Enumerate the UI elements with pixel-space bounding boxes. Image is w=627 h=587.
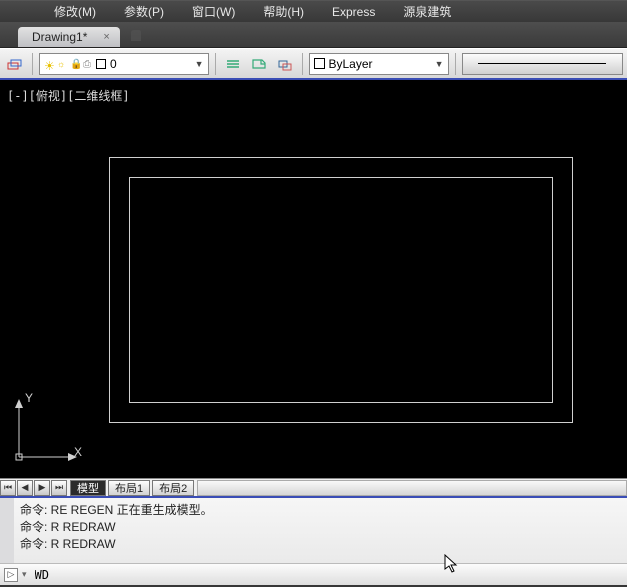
layer-iso-icon[interactable] — [248, 53, 270, 75]
layer-match-icon[interactable] — [274, 53, 296, 75]
layer-color-icon — [96, 59, 106, 69]
sun-icon: ☼ — [57, 59, 67, 69]
menu-modify[interactable]: 修改(M) — [40, 1, 110, 22]
lineweight-dropdown[interactable] — [462, 53, 624, 75]
tab-layout1[interactable]: 布局1 — [108, 480, 150, 496]
scroll-prev-icon[interactable]: ◀ — [17, 480, 33, 496]
command-input[interactable] — [33, 566, 623, 584]
scroll-first-icon[interactable]: ⏮ — [0, 480, 16, 496]
new-tab-icon[interactable] — [126, 27, 148, 45]
ucs-y-label: Y — [25, 391, 33, 405]
chevron-down-icon[interactable]: ▾ — [22, 569, 27, 580]
layout-tab-bar: ⏮ ◀ ▶ ⏭ 模型 布局1 布局2 — [0, 478, 627, 496]
layer-dropdown[interactable]: ☀ ☼ 🔒 ⎙ 0 ▼ — [39, 53, 209, 75]
command-input-row: ▷ ▾ — [0, 563, 627, 585]
tab-model[interactable]: 模型 — [70, 480, 106, 496]
menu-yuanquan[interactable]: 源泉建筑 — [389, 1, 465, 22]
tab-layout2[interactable]: 布局2 — [152, 480, 194, 496]
view-label[interactable]: [-][俯视][二维线框] — [7, 87, 130, 104]
close-icon[interactable]: × — [103, 31, 109, 43]
cmd-line: 命令: RE REGEN 正在重生成模型。 — [20, 502, 621, 519]
file-tab-row: Drawing1* × — [0, 22, 627, 48]
drawing-viewport[interactable]: [-][俯视][二维线框] Y X — [0, 80, 627, 478]
layer-properties-icon[interactable] — [4, 53, 26, 75]
menu-params[interactable]: 参数(P) — [110, 1, 178, 22]
cmd-line: 命令: R REDRAW — [20, 536, 621, 553]
chevron-down-icon: ▼ — [435, 59, 444, 69]
color-dropdown[interactable]: ByLayer ▼ — [309, 53, 449, 75]
layer-name: 0 — [110, 57, 117, 71]
color-label: ByLayer — [329, 57, 373, 71]
line-preview-icon — [478, 63, 606, 64]
ucs-x-label: X — [74, 445, 82, 459]
menu-window[interactable]: 窗口(W) — [178, 1, 249, 22]
horizontal-scrollbar[interactable] — [197, 480, 627, 496]
color-swatch-icon — [314, 58, 325, 69]
command-history[interactable]: ✕ 命令: RE REGEN 正在重生成模型。 命令: R REDRAW 命令:… — [0, 498, 627, 563]
menu-bar: 修改(M) 参数(P) 窗口(W) 帮助(H) Express 源泉建筑 — [0, 0, 627, 22]
close-icon[interactable]: ✕ — [2, 500, 12, 510]
file-tab-drawing1[interactable]: Drawing1* × — [18, 27, 120, 47]
layer-state-icon[interactable] — [222, 53, 244, 75]
menu-express[interactable]: Express — [318, 3, 389, 21]
scroll-last-icon[interactable]: ⏭ — [51, 480, 67, 496]
scroll-next-icon[interactable]: ▶ — [34, 480, 50, 496]
ucs-icon: Y X — [11, 395, 81, 465]
menu-help[interactable]: 帮助(H) — [249, 1, 318, 22]
command-area: ✕ 命令: RE REGEN 正在重生成模型。 命令: R REDRAW 命令:… — [0, 496, 627, 585]
plot-icon: ⎙ — [83, 59, 93, 69]
chevron-down-icon: ▼ — [195, 59, 204, 69]
command-prompt-icon[interactable]: ▷ — [4, 568, 18, 582]
file-tab-label: Drawing1* — [32, 30, 87, 44]
toolbar: ☀ ☼ 🔒 ⎙ 0 ▼ ByLayer ▼ — [0, 48, 627, 80]
cmd-line: 命令: R REDRAW — [20, 519, 621, 536]
lightbulb-icon: ☀ — [44, 59, 54, 69]
lock-icon: 🔒 — [70, 59, 80, 69]
drawing-rectangle-inner[interactable] — [129, 177, 553, 403]
